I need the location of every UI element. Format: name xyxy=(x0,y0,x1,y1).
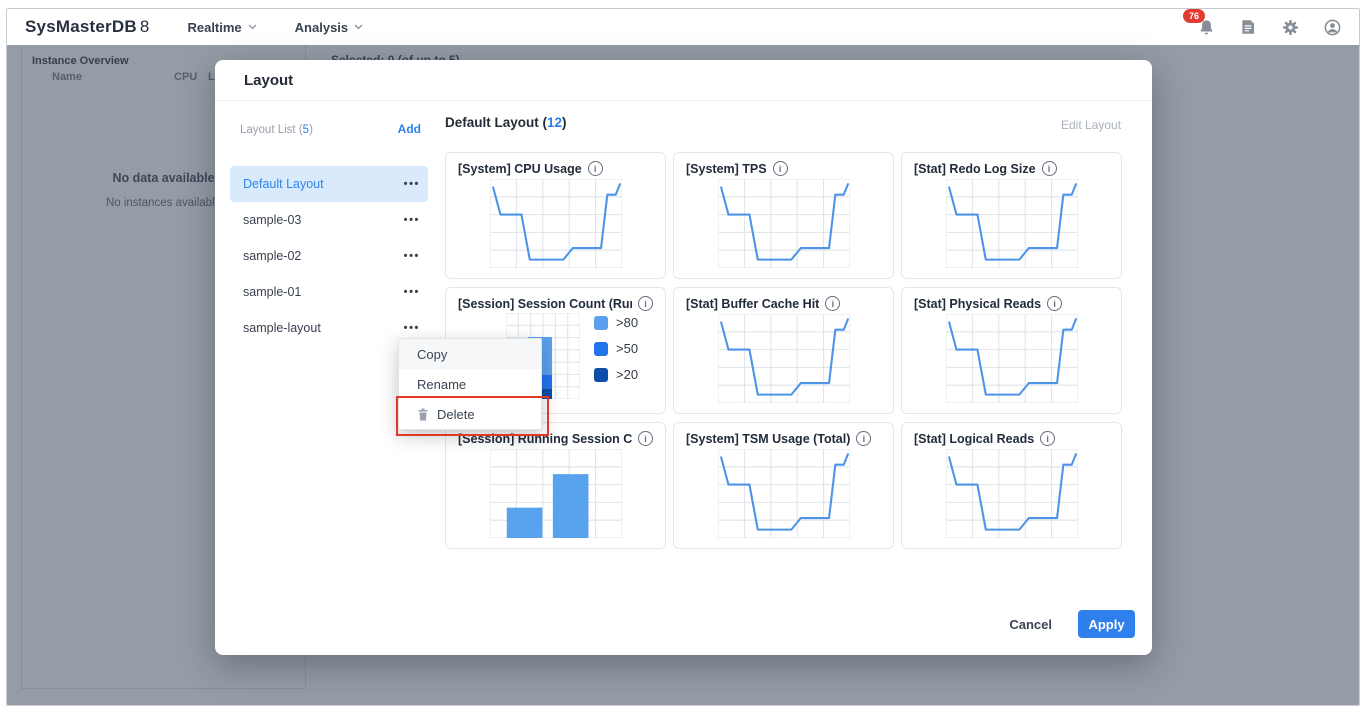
dialog-title: Layout xyxy=(244,72,293,89)
info-icon[interactable]: i xyxy=(1042,161,1057,176)
widget-card-grid: [System] CPU Usagei [System] TPSi [Stat]… xyxy=(445,152,1122,549)
account-button[interactable] xyxy=(1321,16,1343,38)
info-icon[interactable]: i xyxy=(638,431,653,446)
widget-count: 12 xyxy=(547,115,562,130)
dialog-header: Layout xyxy=(215,60,1152,101)
cancel-button[interactable]: Cancel xyxy=(1009,617,1052,632)
brand-version: 8 xyxy=(140,17,150,36)
line-chart-thumbnail xyxy=(914,314,1109,403)
line-chart-thumbnail xyxy=(914,449,1109,538)
legend-swatch xyxy=(594,368,608,382)
nav-analysis-label: Analysis xyxy=(295,20,348,35)
chevron-down-icon xyxy=(354,24,363,30)
gear-icon xyxy=(1281,18,1300,37)
layout-detail-title: Default Layout (12) xyxy=(445,115,567,130)
item-menu-button[interactable]: ••• xyxy=(404,202,420,238)
layout-item-default[interactable]: Default Layout ••• xyxy=(230,166,428,202)
notification-button[interactable]: 76 xyxy=(1195,16,1217,38)
legend-swatch xyxy=(594,342,608,356)
settings-button[interactable] xyxy=(1279,16,1301,38)
info-icon[interactable]: i xyxy=(1040,431,1055,446)
layout-item-sample-01[interactable]: sample-01 ••• xyxy=(230,274,428,310)
nav-realtime[interactable]: Realtime xyxy=(187,20,256,35)
info-icon[interactable]: i xyxy=(856,431,871,446)
layout-item-sample-03[interactable]: sample-03 ••• xyxy=(230,202,428,238)
line-chart-thumbnail xyxy=(686,179,881,268)
document-button[interactable] xyxy=(1237,16,1259,38)
widget-card-redo-log-size: [Stat] Redo Log Sizei xyxy=(901,152,1122,279)
line-chart-thumbnail xyxy=(914,179,1109,268)
heatmap-legend: >80 >50 >20 xyxy=(594,315,638,382)
widget-card-cpu-usage: [System] CPU Usagei xyxy=(445,152,666,279)
layout-list: Default Layout ••• sample-03 ••• sample-… xyxy=(230,166,428,346)
trash-icon xyxy=(417,408,429,421)
info-icon[interactable]: i xyxy=(588,161,603,176)
widget-card-tps: [System] TPSi xyxy=(673,152,894,279)
layout-item-context-menu: Copy Rename Delete xyxy=(398,338,542,430)
app-root: SysMasterDB8 Realtime Analysis 76 xyxy=(0,0,1368,718)
brand-name: SysMasterDB xyxy=(25,17,137,36)
item-menu-button[interactable]: ••• xyxy=(404,238,420,274)
widget-card-running-session-count: [Session] Running Session Counti xyxy=(445,422,666,549)
line-chart-thumbnail xyxy=(686,314,881,403)
widget-card-logical-reads: [Stat] Logical Readsi xyxy=(901,422,1122,549)
info-icon[interactable]: i xyxy=(825,296,840,311)
layout-dialog: Layout Layout List (5) Add Default Layou… xyxy=(215,60,1152,655)
notification-badge: 76 xyxy=(1183,9,1205,23)
top-bar: SysMasterDB8 Realtime Analysis 76 xyxy=(7,9,1359,45)
context-menu-rename[interactable]: Rename xyxy=(399,369,541,399)
top-icon-group: 76 xyxy=(1195,9,1343,45)
item-menu-button[interactable]: ••• xyxy=(404,166,420,202)
item-menu-button[interactable]: ••• xyxy=(404,274,420,310)
apply-button[interactable]: Apply xyxy=(1078,610,1135,638)
line-chart-thumbnail xyxy=(686,449,881,538)
brand-logo[interactable]: SysMasterDB8 xyxy=(25,17,149,37)
context-menu-copy[interactable]: Copy xyxy=(399,339,541,369)
layout-item-sample-02[interactable]: sample-02 ••• xyxy=(230,238,428,274)
edit-layout-button[interactable]: Edit Layout xyxy=(1061,118,1139,132)
bar-chart-thumbnail xyxy=(458,449,653,538)
layout-list-label: Layout List (5) xyxy=(240,124,313,136)
widget-card-tsm-usage: [System] TSM Usage (Total)i xyxy=(673,422,894,549)
info-icon[interactable]: i xyxy=(638,296,653,311)
context-menu-delete[interactable]: Delete xyxy=(399,399,541,429)
line-chart-thumbnail xyxy=(458,179,653,268)
nav-analysis[interactable]: Analysis xyxy=(295,20,363,35)
nav-realtime-label: Realtime xyxy=(187,20,241,35)
user-icon xyxy=(1323,18,1342,37)
widget-card-buffer-cache-hit: [Stat] Buffer Cache Hiti xyxy=(673,287,894,414)
legend-swatch xyxy=(594,316,608,330)
widget-card-physical-reads: [Stat] Physical Readsi xyxy=(901,287,1122,414)
document-icon xyxy=(1239,18,1257,36)
chevron-down-icon xyxy=(248,24,257,30)
info-icon[interactable]: i xyxy=(1047,296,1062,311)
info-icon[interactable]: i xyxy=(773,161,788,176)
dialog-footer: Cancel Apply xyxy=(1009,610,1135,638)
add-layout-button[interactable]: Add xyxy=(387,122,421,136)
